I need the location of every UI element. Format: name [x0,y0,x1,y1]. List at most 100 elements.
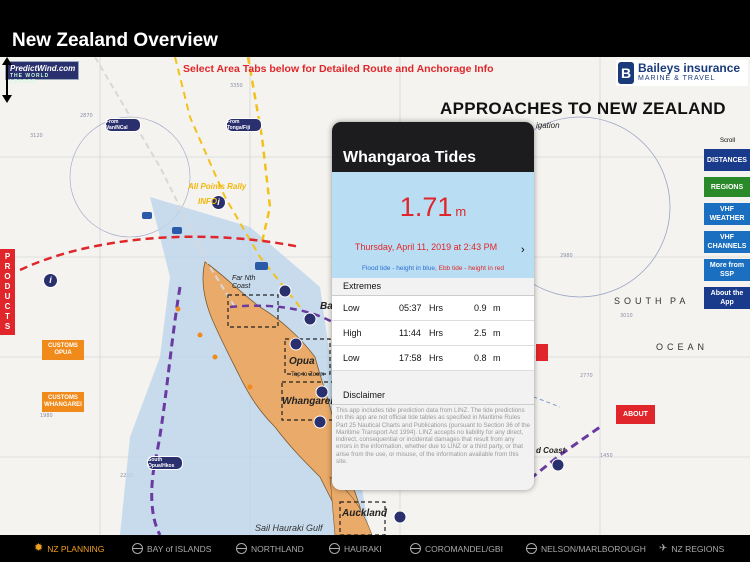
svg-text:2770: 2770 [580,373,593,379]
tab-label: NELSON/MARLBOROUGH [541,543,646,554]
svg-text:2870: 2870 [80,113,93,119]
extreme-time: 05:37 [399,303,422,313]
about-button[interactable]: ABOUT [616,405,655,424]
globe-icon [329,543,340,554]
disclaimer-header: Disclaimer [332,387,534,405]
spacer [332,371,534,387]
tide-popup-header: Whangaroa Tides [332,122,534,172]
tab-label: BAY of ISLANDS [147,543,212,554]
legend-ebb: Ebb tide - height in red [438,265,505,272]
coast-label[interactable]: d Coast [536,446,565,455]
tab-northland[interactable]: NORTHLAND [236,543,304,554]
scroll-label: Scroll [720,138,736,144]
extreme-type: Low [343,303,360,313]
extreme-unit: m [493,303,501,313]
tab-bar: ✹ NZ PLANNING BAY of ISLANDS NORTHLAND HA… [0,535,750,562]
globe-icon [526,543,537,554]
baileys-tagline: MARINE & TRAVEL [638,75,716,82]
tab-hauraki[interactable]: HAURAKI [329,543,382,554]
extreme-height: 2.5 [474,328,487,338]
svg-text:3010: 3010 [620,313,633,319]
distances-button[interactable]: DISTANCES [704,149,750,171]
tide-current-panel: 1.71 m Thursday, April 11, 2019 at 2:43 P… [332,172,534,278]
tide-datetime: Thursday, April 11, 2019 at 2:43 PM [354,242,498,252]
tab-bay-of-islands[interactable]: BAY of ISLANDS [132,543,211,554]
info-icon[interactable]: i [43,273,58,288]
vhf-weather-button[interactable]: VHF WEATHER [704,203,750,225]
tab-label: NZ PLANNING [47,543,105,554]
navigation-label: igation [536,121,560,130]
extreme-row: High 11:44 Hrs 2.5 m [332,321,534,346]
extremes-header: Extremes [332,278,534,296]
ocean-label-ocean: OCEAN [656,342,709,352]
rally-name: All Points Rally [188,182,247,191]
tide-legend: Flood tide - height in blue, Ebb tide - … [361,265,505,272]
customs-whangarei-button[interactable]: CUSTOMS WHANGAREI [42,392,84,412]
tide-height-value: 1.71 [399,192,453,222]
route-pin-south-opua[interactable]: South Opua/Hkos [147,456,183,470]
disclaimer-text: This app includes tide prediction data f… [332,405,534,468]
products-button[interactable]: PRODUCTS [0,249,15,335]
page-title: New Zealand Overview [12,30,218,51]
tab-label: COROMANDEL/GBI [425,543,503,554]
extreme-hrs: Hrs [429,328,443,338]
tide-height-unit: m [455,204,467,219]
tab-nelson-marlborough[interactable]: NELSON/MARLBOROUGH [526,543,646,554]
more-from-ssp-button[interactable]: More from SSP [704,259,750,281]
extreme-time: 11:44 [399,328,421,338]
svg-text:3350: 3350 [230,83,243,89]
tab-nz-planning[interactable]: ✹ NZ PLANNING [34,543,104,554]
opua-label[interactable]: Opua [289,356,315,367]
route-pin-van-ncal[interactable]: From Van/NCal [105,118,141,132]
far-north-coast-label[interactable]: Far Nth Coast [232,275,260,291]
auckland-label[interactable]: Auckland [342,508,387,519]
tab-label: HAURAKI [344,543,382,554]
svg-text:2980: 2980 [560,253,573,259]
extreme-type: Low [343,353,360,363]
tide-height: 1.71 m [332,192,534,223]
extreme-row: Low 17:58 Hrs 0.8 m [332,346,534,371]
extreme-hrs: Hrs [429,353,443,363]
route-pin-tonga-fiji[interactable]: From Tonga/Fiji [226,118,262,132]
customs-opua-button[interactable]: CUSTOMS OPUA [42,340,84,360]
extreme-row: Low 05:37 Hrs 0.9 m [332,296,534,321]
extreme-unit: m [493,328,501,338]
header-bar: New Zealand Overview [0,0,750,57]
scroll-arrow-icon[interactable] [0,57,14,103]
tab-label: NORTHLAND [251,543,304,554]
ocean-label-pa: PA [670,296,690,306]
all-points-rally-label[interactable]: All Points Rally INFO [188,179,246,209]
bay-label[interactable]: Ba [320,301,333,312]
predictwind-logo[interactable]: PredictWind.com THE WORLD LEADER [5,61,79,85]
select-area-message: Select Area Tabs below for Detailed Rout… [183,63,494,75]
svg-text:3120: 3120 [30,133,43,139]
tap-to-zoom-label: Tap to Zoom [291,372,325,378]
chevron-right-icon[interactable]: › [521,244,525,256]
red-marker[interactable] [536,344,548,361]
whangarei-label[interactable]: Whangarei [282,396,333,407]
plane-icon: ✈ [659,543,668,554]
globe-icon [132,543,143,554]
svg-text:1450: 1450 [600,453,613,459]
about-the-app-button[interactable]: About the App [704,287,750,309]
baileys-b-icon: B [618,62,634,84]
svg-text:1980: 1980 [40,413,53,419]
extreme-height: 0.8 [474,353,487,363]
extreme-height: 0.9 [474,303,487,313]
sun-icon: ✹ [34,542,44,554]
baileys-name: Baileys insurance [638,61,741,75]
tab-label: NZ REGIONS [671,543,725,554]
regions-button[interactable]: REGIONS [704,177,750,197]
sail-hauraki-gulf-label[interactable]: Sail Hauraki Gulf [255,523,323,533]
tide-popup[interactable]: Whangaroa Tides 1.71 m Thursday, April 11… [332,122,534,490]
baileys-insurance-logo[interactable]: B Baileys insurance MARINE & TRAVEL [616,60,748,86]
extreme-unit: m [493,353,501,363]
globe-icon [236,543,247,554]
rally-info-label: INFO [198,197,218,206]
ocean-label-south: SOUTH [614,296,666,306]
chart-title: APPROACHES TO NEW ZEALAND [440,99,726,118]
vhf-channels-button[interactable]: VHF CHANNELS [704,231,750,253]
tab-coromandel-gbi[interactable]: COROMANDEL/GBI [410,543,503,554]
predictwind-tagline: THE WORLD LEADER [10,73,50,85]
tab-nz-regions[interactable]: ✈ NZ REGIONS [659,543,724,554]
